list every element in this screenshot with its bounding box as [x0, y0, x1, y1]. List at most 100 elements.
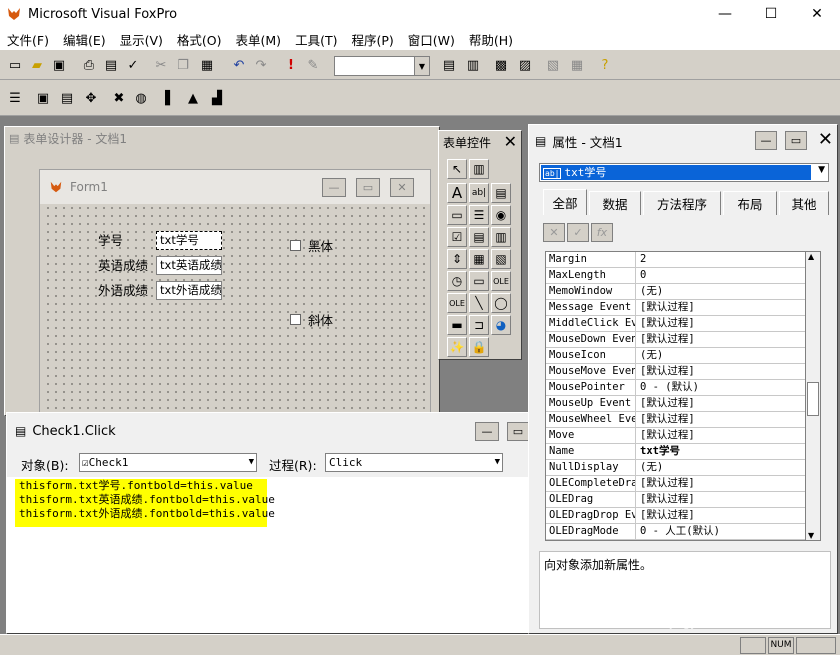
- data-environment-icon[interactable]: ▣: [32, 87, 54, 109]
- menu-view[interactable]: 显示(V): [113, 30, 170, 49]
- form1-close-button[interactable]: ✕: [390, 178, 414, 197]
- open-folder-icon[interactable]: ▰: [26, 54, 48, 76]
- command-button-tool-icon[interactable]: ▭: [447, 205, 467, 225]
- property-row[interactable]: MousePointer 0 - (默认): [546, 380, 820, 396]
- form-controls-toolbar-icon[interactable]: ✖: [108, 87, 130, 109]
- report-wizard-icon[interactable]: ▨: [514, 54, 536, 76]
- autoreport-icon[interactable]: ▦: [566, 54, 588, 76]
- print-icon[interactable]: ⎙: [78, 54, 100, 76]
- label-tool-icon[interactable]: A: [447, 183, 467, 203]
- layout-toolbar-icon[interactable]: ▐: [154, 87, 176, 109]
- property-value[interactable]: [默认过程]: [636, 332, 820, 347]
- line-tool-icon[interactable]: ╲: [469, 293, 489, 313]
- builder-lock-tool-icon[interactable]: ✨: [447, 337, 467, 357]
- menu-file[interactable]: 文件(F): [0, 30, 56, 49]
- accept-edit-icon[interactable]: ✓: [567, 223, 589, 242]
- property-row[interactable]: OLEDragMode 0 - 人工(默认): [546, 524, 820, 540]
- cut-icon[interactable]: ✂: [150, 54, 172, 76]
- data-session-icon[interactable]: ▥: [462, 54, 484, 76]
- editbox-tool-icon[interactable]: ▤: [491, 183, 511, 203]
- run-icon[interactable]: !: [280, 54, 302, 76]
- combobox-tool-icon[interactable]: ▤: [469, 227, 489, 247]
- timer-tool-icon[interactable]: ◷: [447, 271, 467, 291]
- property-row[interactable]: Margin 2: [546, 252, 820, 268]
- property-row[interactable]: Message Event [默认过程]: [546, 300, 820, 316]
- property-value[interactable]: [默认过程]: [636, 364, 820, 379]
- property-list-scrollbar[interactable]: ▲ ▼: [805, 251, 821, 541]
- menu-program[interactable]: 程序(P): [344, 30, 400, 49]
- scroll-up-icon[interactable]: ▲: [808, 252, 814, 261]
- property-value[interactable]: [默认过程]: [636, 508, 820, 523]
- form1-maximize-button[interactable]: ▭: [356, 178, 380, 197]
- property-row[interactable]: OLEDragDrop Ev [默认过程]: [546, 508, 820, 524]
- property-value[interactable]: 0: [636, 268, 820, 283]
- property-row[interactable]: MemoWindow (无): [546, 284, 820, 300]
- pageframe-tool-icon[interactable]: ▭: [469, 271, 489, 291]
- ole-container-tool-icon[interactable]: OLE: [491, 271, 511, 291]
- property-row[interactable]: MaxLength 0: [546, 268, 820, 284]
- tab-layout[interactable]: 布局: [723, 191, 777, 215]
- label-foreign-score[interactable]: 外语成绩: [98, 280, 148, 299]
- maximize-button[interactable]: ☐: [748, 0, 794, 28]
- code-window-icon[interactable]: ✥: [80, 87, 102, 109]
- checkbox-tool-icon[interactable]: ☑: [447, 227, 467, 247]
- form1-minimize-button[interactable]: —: [322, 178, 346, 197]
- undo-icon[interactable]: ↶: [228, 54, 250, 76]
- chevron-down-icon[interactable]: ▼: [495, 454, 500, 471]
- form-wizard-icon[interactable]: ▩: [490, 54, 512, 76]
- set-tab-order-icon[interactable]: ☰: [4, 87, 26, 109]
- command-group-tool-icon[interactable]: ☰: [469, 205, 489, 225]
- option-group-tool-icon[interactable]: ◉: [491, 205, 511, 225]
- color-palette-icon[interactable]: ◍: [130, 87, 152, 109]
- property-row[interactable]: OLECompleteDra [默认过程]: [546, 476, 820, 492]
- paste-icon[interactable]: ▦: [196, 54, 218, 76]
- spinner-tool-icon[interactable]: ⇕: [447, 249, 467, 269]
- property-value[interactable]: 0 - 人工(默认): [636, 524, 820, 539]
- property-value[interactable]: [默认过程]: [636, 396, 820, 411]
- property-value[interactable]: 2: [636, 252, 820, 267]
- chevron-down-icon[interactable]: ▼: [818, 165, 825, 175]
- listbox-tool-icon[interactable]: ▥: [491, 227, 511, 247]
- properties-window-icon[interactable]: ▤: [56, 87, 78, 109]
- textbox-tool-icon[interactable]: ab|: [469, 183, 489, 203]
- property-row[interactable]: NullDisplay (无): [546, 460, 820, 476]
- code-line[interactable]: thisform.txt学号.fontbold=this.value: [19, 479, 267, 493]
- property-value[interactable]: (无): [636, 460, 820, 475]
- spell-check-icon[interactable]: ✓: [122, 54, 144, 76]
- close-button[interactable]: ✕: [794, 0, 840, 28]
- autoform-icon[interactable]: ▧: [542, 54, 564, 76]
- property-row[interactable]: Name txt学号: [546, 444, 820, 460]
- code-line[interactable]: thisform.txt外语成绩.fontbold=this.value: [19, 507, 275, 521]
- form1-canvas[interactable]: 学号 英语成绩 外语成绩 txt学号 txt英语成绩 txt外语成绩 黑体 斜体: [44, 204, 428, 418]
- ole-bound-tool-icon[interactable]: OLE: [447, 293, 467, 313]
- check-italic-box[interactable]: [290, 314, 301, 325]
- object-dropdown[interactable]: ab| txt学号 ▼: [539, 163, 829, 182]
- tab-data[interactable]: 数据: [589, 191, 641, 215]
- hyperlink-tool-icon[interactable]: ◕: [491, 315, 511, 335]
- txt-student-id-field[interactable]: txt学号: [156, 231, 222, 250]
- cancel-edit-icon[interactable]: ✕: [543, 223, 565, 242]
- property-list[interactable]: Margin 2 MaxLength 0 MemoWindow (无) Message Ev…: [545, 251, 821, 541]
- label-student-id[interactable]: 学号: [98, 230, 123, 249]
- form-builder-icon[interactable]: ▲: [182, 87, 204, 109]
- properties-close-icon[interactable]: ✕: [818, 129, 833, 150]
- pointer-tool-icon[interactable]: ↖: [447, 159, 467, 179]
- property-row[interactable]: MouseMove Even [默认过程]: [546, 364, 820, 380]
- container-tool-icon[interactable]: ▬: [447, 315, 467, 335]
- chevron-down-icon[interactable]: ▼: [249, 454, 254, 471]
- properties-minimize-button[interactable]: —: [755, 131, 777, 150]
- property-value[interactable]: (无): [636, 348, 820, 363]
- tab-all[interactable]: 全部: [543, 189, 587, 215]
- menu-help[interactable]: 帮助(H): [462, 30, 520, 49]
- modify-icon[interactable]: ✎: [302, 54, 324, 76]
- property-value[interactable]: [默认过程]: [636, 492, 820, 507]
- object-select[interactable]: ☑Check1 ▼: [79, 453, 257, 472]
- view-classes-tool-icon[interactable]: ▥: [469, 159, 489, 179]
- procedure-select[interactable]: Click ▼: [325, 453, 503, 472]
- property-value[interactable]: [默认过程]: [636, 316, 820, 331]
- scroll-thumb[interactable]: [807, 382, 819, 416]
- property-value[interactable]: [默认过程]: [636, 476, 820, 491]
- property-value[interactable]: (无): [636, 284, 820, 299]
- check-italic-label[interactable]: 斜体: [308, 310, 333, 329]
- property-row[interactable]: MouseUp Event [默认过程]: [546, 396, 820, 412]
